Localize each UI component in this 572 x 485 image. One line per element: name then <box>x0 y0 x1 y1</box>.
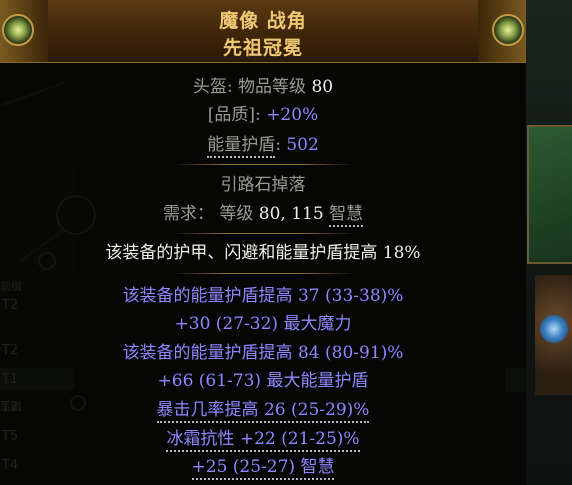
quality-value: +20% <box>266 105 319 125</box>
item-level-label: 物品等级 <box>238 77 307 97</box>
level-value: 80, <box>258 204 286 224</box>
separator <box>170 273 356 274</box>
quality-line: [品质]: +20% <box>0 104 526 126</box>
explicit-mod: +25 (25-27) 智慧 <box>0 456 526 480</box>
colon: : <box>275 135 287 155</box>
requirements-line: 需求： 等级 80, 115 智慧 <box>0 203 526 227</box>
explicit-mod: +30 (27-32) 最大魔力 <box>174 314 352 334</box>
item-class: 头盔 <box>192 77 227 97</box>
item-class-line: 头盔: 物品等级 80 <box>0 76 526 98</box>
requirements-label: 需求： <box>162 204 214 224</box>
energy-shield-value: 502 <box>286 135 319 155</box>
implicit-mod: 该装备的护甲、闪避和能量护盾提高 18% <box>105 243 421 263</box>
tooltip-header: 魔像 战角 先祖冠冕 <box>0 0 526 63</box>
separator <box>170 164 356 165</box>
equipment-slot-frame[interactable] <box>527 125 572 264</box>
item-base-type: 先祖冠冕 <box>222 37 303 59</box>
energy-shield-line: 能量护盾: 502 <box>0 134 526 158</box>
explicit-mod: 冰霜抗性 +22 (21-25)% <box>0 428 526 452</box>
colon: : <box>226 77 239 97</box>
item-tooltip: 魔像 战角 先祖冠冕 头盔: 物品等级 80 [品质]: +20% 能量护盾: … <box>0 0 526 485</box>
int-value: 115 <box>291 204 324 224</box>
explicit-mod: +66 (61-73) 最大能量护盾 <box>157 371 369 391</box>
colon: : <box>255 105 267 125</box>
drop-source: 引路石掉落 <box>220 175 306 195</box>
separator <box>170 233 356 234</box>
explicit-mod: 该装备的能量护盾提高 37 (33-38)% <box>122 286 404 306</box>
item-level-value: 80 <box>311 77 334 97</box>
explicit-mod: 该装备的能量护盾提高 84 (80-91)% <box>122 343 404 363</box>
int-label[interactable]: 智慧 <box>329 204 364 227</box>
item-name: 魔像 战角 <box>219 10 307 32</box>
explicit-mod: 暴击几率提高 26 (25-29)% <box>0 399 526 423</box>
level-label: 等级 <box>219 204 254 224</box>
int-mod-text[interactable]: +25 (25-27) 智慧 <box>191 457 335 480</box>
gem-socket-icon <box>540 315 568 343</box>
energy-shield-label[interactable]: 能量护盾 <box>207 135 276 158</box>
quality-label: [品质] <box>207 105 256 125</box>
crit-mod-text[interactable]: 暴击几率提高 26 (25-29)% <box>156 400 370 423</box>
cold-res-mod-text[interactable]: 冰霜抗性 +22 (21-25)% <box>166 429 360 452</box>
